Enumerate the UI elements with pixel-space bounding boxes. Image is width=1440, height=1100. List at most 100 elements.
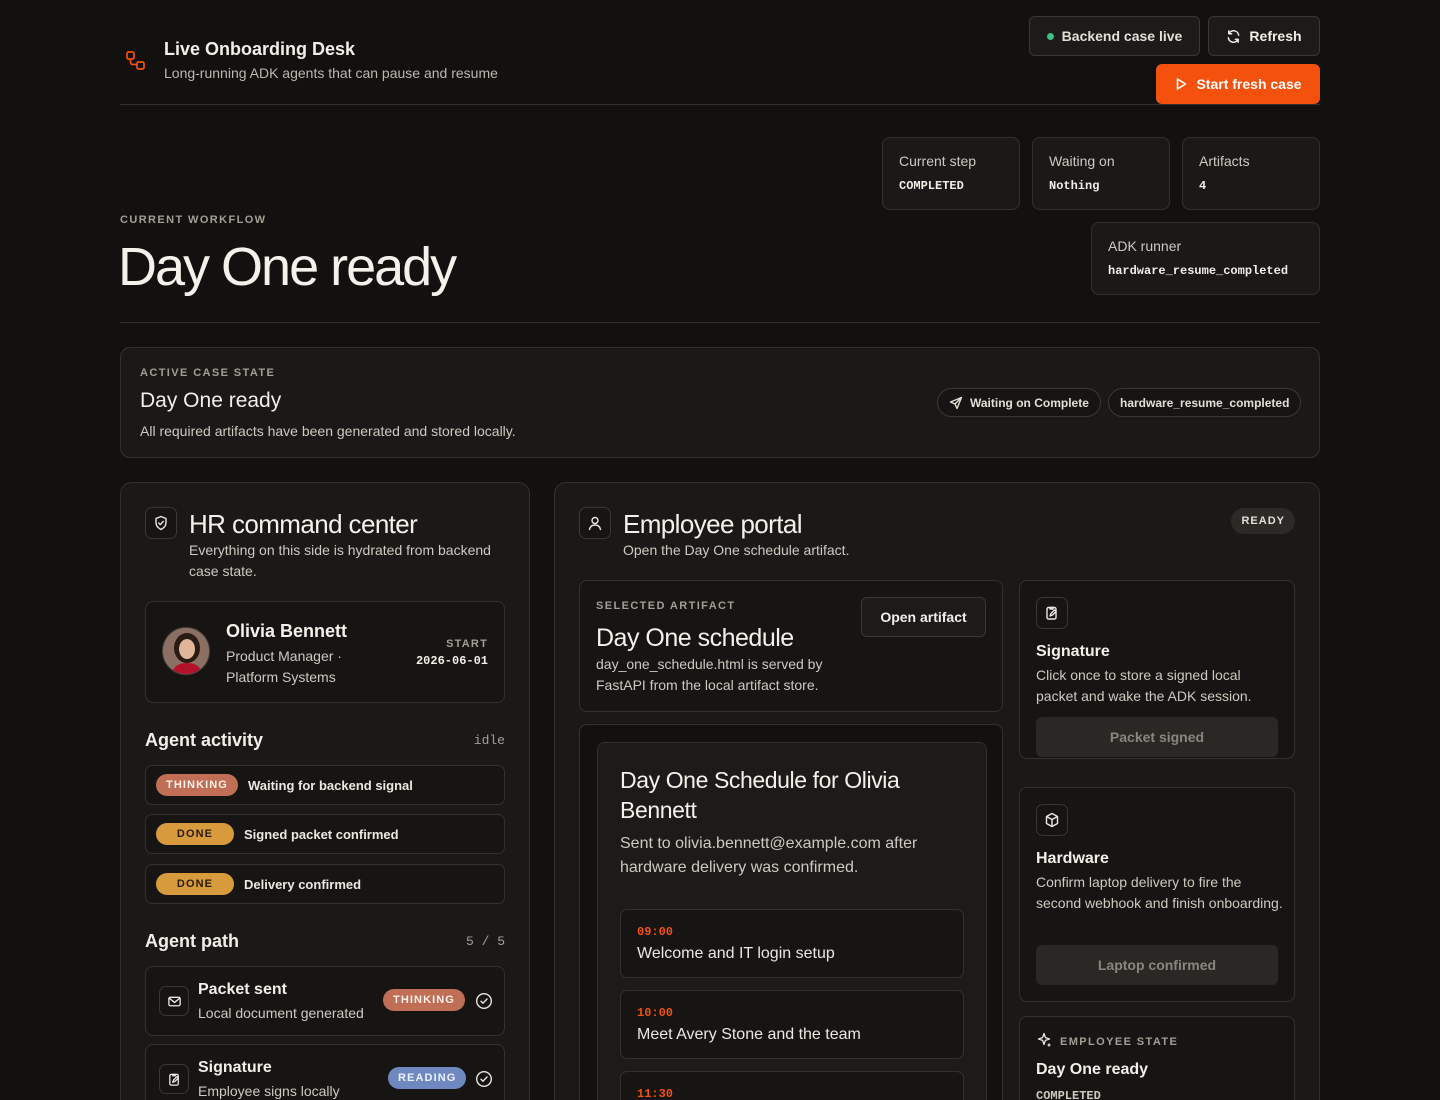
status-badge: THINKING [383, 989, 465, 1011]
stat-label: Artifacts [1199, 153, 1250, 169]
hr-panel-title: HR command center [189, 509, 418, 539]
schedule-subtitle: Sent to olivia.bennett@example.com after… [620, 835, 918, 876]
laptop-confirmed-button[interactable]: Laptop confirmed [1036, 945, 1278, 985]
employee-name: Olivia Bennett [226, 621, 348, 641]
agent-path-title: Agent path [145, 931, 239, 951]
open-artifact-button[interactable]: Open artifact [861, 597, 986, 637]
user-icon [579, 507, 611, 539]
artifact-description: day_one_schedule.html is served by FastA… [596, 656, 823, 693]
stat-artifacts: Artifacts 4 [1182, 137, 1320, 210]
workflow-eyebrow: CURRENT WORKFLOW [120, 214, 267, 226]
employee-state-eyebrow: EMPLOYEE STATE [1060, 1036, 1179, 1048]
schedule-document: Day One Schedule for Olivia Bennett Sent… [597, 742, 987, 1100]
status-badge: DONE [156, 823, 234, 845]
portal-title: Employee portal [623, 509, 802, 539]
box-icon [1036, 804, 1068, 836]
agent-activity-status: idle [473, 733, 505, 748]
refresh-label: Refresh [1249, 28, 1302, 44]
status-dot-icon [1046, 32, 1054, 40]
path-step-desc: Local document generated [198, 1005, 364, 1021]
status-badge: DONE [156, 873, 234, 895]
slot-time: 10:00 [637, 1006, 674, 1020]
stat-value: COMPLETED [899, 179, 964, 193]
schedule-slot: 11:30 [620, 1071, 964, 1100]
employee-portal-panel: Employee portal Open the Day One schedul… [554, 482, 1320, 1100]
workflow-title: Day One ready [118, 237, 457, 297]
status-badge: READING [388, 1067, 467, 1089]
employee-role: Product Manager · Platform Systems [226, 648, 342, 685]
slot-name: Meet Avery Stone and the team [637, 1026, 861, 1043]
path-step-name: Packet sent [198, 981, 287, 998]
activity-text: Waiting for backend signal [247, 777, 413, 793]
employee-card: Olivia Bennett Product Manager · Platfor… [145, 601, 505, 703]
slot-name: Welcome and IT login setup [637, 945, 835, 962]
artifact-preview-frame[interactable]: Day One Schedule for Olivia Bennett Sent… [579, 724, 1003, 1100]
waiting-on-pill: Waiting on Complete [937, 388, 1101, 417]
top-header: Live Onboarding Desk Long-running ADK ag… [120, 0, 1320, 105]
slot-time: 09:00 [637, 925, 674, 939]
employee-state-card: EMPLOYEE STATE Day One ready COMPLETED [1019, 1016, 1295, 1100]
backend-status-label: Backend case live [1061, 28, 1183, 44]
start-label: START [446, 638, 488, 650]
stat-value: Nothing [1049, 179, 1100, 193]
refresh-icon [1226, 29, 1241, 44]
refresh-button[interactable]: Refresh [1208, 16, 1320, 56]
mail-icon [159, 986, 189, 1016]
hardware-description: Confirm laptop delivery to fire the seco… [1036, 874, 1283, 911]
check-circle-icon [475, 1070, 493, 1088]
check-circle-icon [475, 992, 493, 1010]
stat-label: Waiting on [1049, 153, 1115, 169]
path-step-signature: Signature Employee signs locally READING [145, 1044, 505, 1100]
active-case-card: ACTIVE CASE STATE Day One ready All requ… [120, 347, 1320, 458]
stat-label: Current step [899, 153, 977, 169]
divider [120, 322, 1320, 323]
list-item: DONE Delivery confirmed [145, 864, 505, 904]
start-date: 2026-06-01 [415, 654, 488, 668]
selected-artifact-card: SELECTED ARTIFACT Day One schedule day_o… [579, 580, 1003, 712]
packet-signed-button[interactable]: Packet signed [1036, 717, 1278, 757]
active-case-description: All required artifacts have been generat… [140, 423, 516, 439]
artifact-title: Day One schedule [596, 624, 794, 652]
stat-adk-runner: ADK runner hardware_resume_completed [1091, 222, 1320, 295]
app-title: Live Onboarding Desk [164, 39, 356, 59]
hr-panel-subtitle: Everything on this side is hydrated from… [189, 542, 491, 579]
avatar [162, 627, 210, 675]
start-fresh-case-label: Start fresh case [1196, 76, 1302, 92]
hr-command-center-panel: HR command center Everything on this sid… [120, 482, 530, 1100]
runner-state-pill: hardware_resume_completed [1108, 388, 1302, 417]
workflow-logo-icon [125, 50, 147, 72]
status-badge: READY [1231, 508, 1295, 534]
schedule-slot: 09:00 Welcome and IT login setup [620, 909, 964, 978]
backend-status-button[interactable]: Backend case live [1029, 16, 1200, 56]
active-case-eyebrow: ACTIVE CASE STATE [140, 367, 276, 379]
start-fresh-case-button[interactable]: Start fresh case [1156, 64, 1320, 104]
signature-description: Click once to store a signed local packe… [1036, 667, 1252, 704]
slot-time: 11:30 [637, 1087, 674, 1100]
status-badge: THINKING [156, 774, 238, 796]
selected-artifact-eyebrow: SELECTED ARTIFACT [596, 600, 736, 612]
list-item: DONE Signed packet confirmed [145, 814, 505, 854]
active-case-title: Day One ready [140, 389, 282, 412]
clipboard-edit-icon [159, 1064, 189, 1094]
play-icon [1174, 77, 1188, 91]
stat-current-step: Current step COMPLETED [882, 137, 1020, 210]
waiting-on-label: Waiting on Complete [970, 395, 1089, 410]
sparkle-icon [1036, 1032, 1052, 1048]
agent-activity-title: Agent activity [145, 730, 264, 750]
list-item: THINKING Waiting for backend signal [145, 765, 505, 805]
hardware-card: Hardware Confirm laptop delivery to fire… [1019, 787, 1295, 1002]
stat-label: ADK runner [1108, 238, 1182, 254]
stat-value: hardware_resume_completed [1108, 264, 1289, 278]
employee-state-value: COMPLETED [1036, 1089, 1101, 1100]
send-icon [949, 396, 963, 410]
path-step-desc: Employee signs locally [198, 1083, 340, 1099]
app-subtitle: Long-running ADK agents that can pause a… [164, 65, 498, 81]
path-step-name: Signature [198, 1059, 272, 1076]
signature-card: Signature Click once to store a signed l… [1019, 580, 1295, 759]
agent-path-progress: 5 / 5 [465, 934, 505, 949]
path-step-packet-sent: Packet sent Local document generated THI… [145, 966, 505, 1036]
employee-state-title: Day One ready [1036, 1061, 1149, 1078]
runner-state-label: hardware_resume_completed [1120, 395, 1290, 410]
schedule-title: Day One Schedule for Olivia Bennett [620, 767, 900, 823]
signature-title: Signature [1036, 643, 1110, 660]
